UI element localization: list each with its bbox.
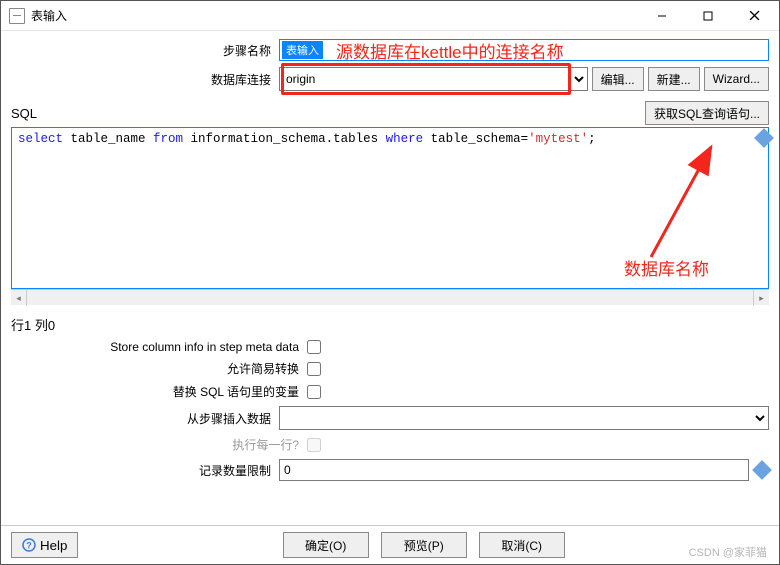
opt-allow-simple-checkbox[interactable] xyxy=(307,362,321,376)
sql-label: SQL xyxy=(11,106,641,121)
step-name-value: 表输入 xyxy=(282,41,323,59)
db-connection-row: 数据库连接 origin 编辑... 新建... Wizard... xyxy=(11,67,769,91)
insert-from-step-row: 从步骤插入数据 xyxy=(11,406,769,430)
step-name-label: 步骤名称 xyxy=(11,42,279,59)
ok-button[interactable]: 确定(O) xyxy=(283,532,369,558)
insert-from-step-label: 从步骤插入数据 xyxy=(11,410,279,427)
annotation-db-connection: 源数据库在kettle中的连接名称 xyxy=(330,40,760,60)
content-area: 步骤名称 表输入 源数据库在kettle中的连接名称 数据库连接 origin … xyxy=(1,31,779,525)
svg-text:?: ? xyxy=(26,541,32,551)
app-icon xyxy=(9,8,25,24)
step-name-row: 步骤名称 表输入 源数据库在kettle中的连接名称 xyxy=(11,39,769,61)
footer: ? Help 确定(O) 预览(P) 取消(C) xyxy=(1,525,779,564)
variable-insert-icon-2[interactable] xyxy=(752,460,772,480)
opt-allow-simple-row: 允许简易转换 xyxy=(11,360,769,377)
cancel-button[interactable]: 取消(C) xyxy=(479,532,565,558)
row-limit-row: 记录数量限制 xyxy=(11,459,769,481)
db-connection-select[interactable]: origin xyxy=(279,67,588,91)
new-button[interactable]: 新建... xyxy=(648,67,700,91)
insert-from-step-select[interactable] xyxy=(279,406,769,430)
sql-header: SQL 获取SQL查询语句... xyxy=(11,101,769,125)
opt-allow-simple-label: 允许简易转换 xyxy=(11,360,307,377)
preview-button[interactable]: 预览(P) xyxy=(381,532,467,558)
cursor-position: 行1 列0 xyxy=(11,315,769,334)
opt-replace-vars-label: 替换 SQL 语句里的变量 xyxy=(11,383,307,400)
row-limit-input[interactable] xyxy=(279,459,749,481)
options-area: Store column info in step meta data 允许简易… xyxy=(11,334,769,481)
dialog-window: 表输入 步骤名称 表输入 源数据库在kettle中的连接名称 数据库连接 xyxy=(0,0,780,565)
opt-store-col-checkbox[interactable] xyxy=(307,340,321,354)
exec-each-row-row: 执行每一行? xyxy=(11,436,769,453)
db-connection-label: 数据库连接 xyxy=(11,71,279,88)
wizard-button[interactable]: Wizard... xyxy=(704,67,769,91)
row-limit-label: 记录数量限制 xyxy=(11,462,279,479)
titlebar: 表输入 xyxy=(1,1,779,31)
annotation-arrow xyxy=(11,127,771,297)
edit-button[interactable]: 编辑... xyxy=(592,67,644,91)
exec-each-row-checkbox xyxy=(307,438,321,452)
help-icon: ? xyxy=(22,538,36,552)
step-name-input[interactable]: 表输入 源数据库在kettle中的连接名称 xyxy=(279,39,769,61)
window-title: 表输入 xyxy=(31,7,67,24)
help-button[interactable]: ? Help xyxy=(11,532,78,558)
get-sql-button[interactable]: 获取SQL查询语句... xyxy=(645,101,769,125)
help-label: Help xyxy=(40,538,67,553)
minimize-button[interactable] xyxy=(639,1,685,31)
close-button[interactable] xyxy=(731,1,777,31)
opt-store-col-label: Store column info in step meta data xyxy=(11,340,307,354)
opt-replace-vars-checkbox[interactable] xyxy=(307,385,321,399)
opt-replace-vars-row: 替换 SQL 语句里的变量 xyxy=(11,383,769,400)
opt-store-col-row: Store column info in step meta data xyxy=(11,340,769,354)
exec-each-row-label: 执行每一行? xyxy=(11,436,307,453)
maximize-button[interactable] xyxy=(685,1,731,31)
